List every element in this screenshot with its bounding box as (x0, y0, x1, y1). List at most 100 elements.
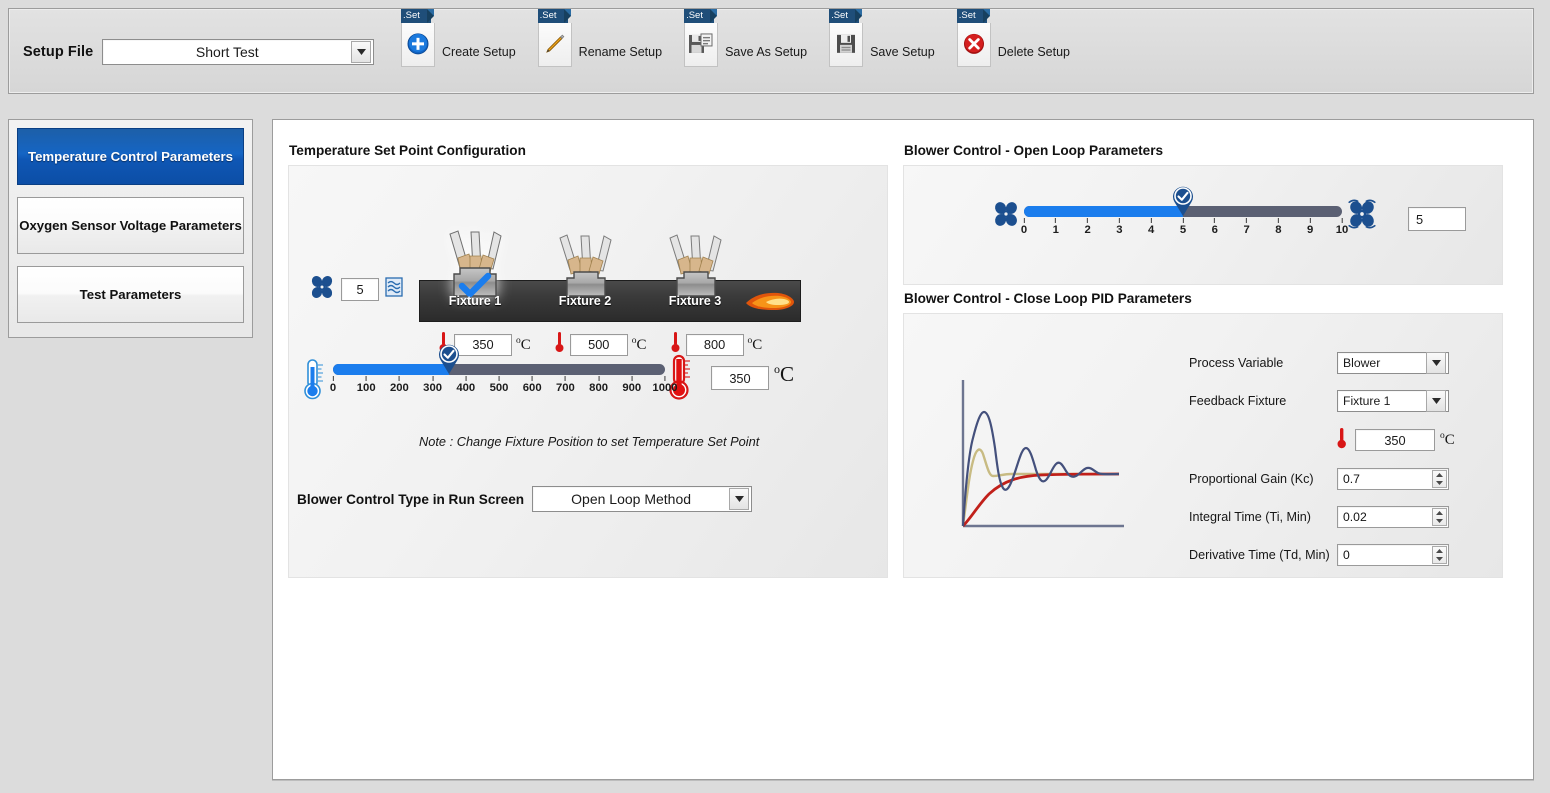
set-file-icon: .Set (956, 9, 991, 67)
tick-label: 700 (555, 382, 575, 394)
plus-circle-icon (407, 32, 429, 59)
sidebar-item-label: Test Parameters (79, 287, 182, 302)
tick-mark (398, 376, 400, 381)
fixture-label-2: Fixture 2 (558, 294, 612, 308)
rename-setup-label: Rename Setup (578, 45, 663, 59)
temperature-slider-track[interactable] (333, 344, 665, 375)
fixture-cell-3[interactable]: Fixture 3 (640, 234, 750, 321)
tick-label: 4 (1148, 224, 1155, 236)
tick-label: 200 (389, 382, 409, 394)
derivative-time-stepper[interactable] (1432, 546, 1447, 564)
tick-label: 1000 (652, 382, 678, 394)
degree-unit-1: oC (516, 335, 531, 353)
integral-time-value: 0.02 (1343, 510, 1367, 524)
fixture-temperature-field-2[interactable]: 500 (569, 333, 628, 356)
derivative-time-field[interactable]: 0 (1337, 544, 1449, 566)
sidebar-item-test-parameters[interactable]: Test Parameters (17, 266, 244, 323)
integral-time-field[interactable]: 0.02 (1337, 506, 1449, 528)
temperature-slider-fill (333, 364, 450, 375)
delete-setup-label: Delete Setup (997, 45, 1070, 59)
setup-file-dropdown[interactable]: Short Test (102, 39, 375, 65)
fan-count-field[interactable]: 5 (341, 278, 379, 301)
temperature-slider-thumb[interactable] (436, 343, 462, 375)
slider-tick: 0 (1021, 218, 1027, 236)
blower-value-field[interactable]: 5 (1408, 207, 1466, 231)
create-setup-button[interactable]: .Set Create Setup (401, 9, 516, 67)
slider-tick: 7 (1243, 218, 1250, 236)
fixture-selector-strip[interactable]: Fixture 1 Fixture 2 Fixture 3 (419, 230, 801, 322)
sidebar-item-oxygen-sensor-voltage-parameters[interactable]: Oxygen Sensor Voltage Parameters (17, 197, 244, 254)
tick-label: 9 (1307, 224, 1314, 236)
proportional-gain-stepper[interactable] (1432, 470, 1447, 488)
stepper-up-icon[interactable] (1433, 509, 1446, 517)
chevron-down-icon[interactable] (1426, 352, 1446, 374)
fixture-label-1: Fixture 1 (448, 294, 502, 308)
tick-mark (1214, 218, 1216, 223)
tick-mark (432, 376, 434, 381)
tick-mark (1277, 218, 1279, 223)
stepper-up-icon[interactable] (1433, 547, 1446, 555)
feedback-fixture-value: Fixture 1 (1343, 394, 1391, 408)
temperature-setpoint-value-field[interactable]: 350 (711, 366, 769, 390)
blower-slider[interactable]: 0 1 2 3 4 5 6 7 8 9 10 (1021, 186, 1348, 244)
derivative-time-value: 0 (1343, 548, 1350, 562)
doc-fold-corner (982, 9, 990, 23)
fixture-cell-2[interactable]: Fixture 2 (530, 234, 640, 321)
temperature-setpoint-title: Temperature Set Point Configuration (289, 143, 526, 158)
delete-setup-button[interactable]: .Set Delete Setup (956, 9, 1070, 67)
tick-label: 300 (423, 382, 443, 394)
derivative-time-row: Derivative Time (Td, Min) 0 (1189, 544, 1489, 566)
tick-mark (465, 376, 467, 381)
feedback-temperature-row: 350 oC (1189, 427, 1489, 452)
sidebar-item-label: Temperature Control Parameters (28, 149, 233, 164)
slider-tick: 5 (1180, 218, 1186, 236)
temperature-slider[interactable]: 0 100 200 300 400 500 600 700 800 900 1000 (330, 344, 678, 402)
blower-control-type-value: Open Loop Method (571, 491, 692, 507)
stepper-down-icon[interactable] (1433, 555, 1446, 563)
create-setup-label: Create Setup (442, 45, 516, 59)
sidebar-item-label: Oxygen Sensor Voltage Parameters (19, 218, 242, 233)
blower-control-type-dropdown[interactable]: Open Loop Method (532, 486, 753, 512)
tick-mark (1118, 218, 1120, 223)
save-as-setup-button[interactable]: .Set Save As Setup (684, 9, 807, 67)
tick-label: 800 (589, 382, 609, 394)
slider-tick: 300 (423, 376, 442, 394)
doc-fold-corner (855, 9, 863, 23)
blower-slider-track[interactable] (1024, 186, 1342, 217)
stepper-down-icon[interactable] (1433, 479, 1446, 487)
feedback-fixture-dropdown[interactable]: Fixture 1 (1337, 390, 1449, 412)
rename-setup-button[interactable]: .Set Rename Setup (537, 9, 663, 67)
fixture-temperature-field-3[interactable]: 800 (685, 333, 744, 356)
tick-label: 2 (1084, 224, 1091, 236)
integral-time-stepper[interactable] (1432, 508, 1447, 526)
slider-tick: 6 (1212, 218, 1218, 236)
blower-slider-thumb[interactable] (1170, 185, 1196, 217)
proportional-gain-field[interactable]: 0.7 (1337, 468, 1449, 490)
setup-file-group: Setup File Short Test (23, 39, 375, 65)
stepper-down-icon[interactable] (1433, 517, 1446, 525)
tick-label: 3 (1116, 224, 1123, 236)
save-setup-button[interactable]: .Set Save Setup (829, 9, 935, 67)
save-setup-label: Save Setup (870, 45, 935, 59)
tick-label: 400 (456, 382, 476, 394)
waveform-document-icon[interactable] (385, 277, 403, 302)
fixture-cell-1[interactable]: Fixture 1 (420, 230, 530, 321)
integral-time-label: Integral Time (Ti, Min) (1189, 510, 1311, 524)
fixture-temperature-field-1[interactable]: 350 (454, 333, 512, 356)
chevron-down-icon[interactable] (1426, 390, 1446, 412)
chevron-down-icon[interactable] (351, 41, 372, 63)
tick-label: 600 (522, 382, 542, 394)
chevron-down-icon[interactable] (729, 488, 750, 510)
tick-mark (1055, 218, 1057, 223)
slider-tick: 8 (1275, 218, 1282, 236)
sidebar-item-temperature-control-parameters[interactable]: Temperature Control Parameters (17, 128, 244, 185)
integral-time-row: Integral Time (Ti, Min) 0.02 (1189, 506, 1489, 528)
process-variable-label: Process Variable (1189, 356, 1284, 370)
slider-tick: 10 (1336, 218, 1348, 236)
temperature-slider-ticks: 0 100 200 300 400 500 600 700 800 900 1000 (330, 376, 678, 402)
degree-unit-2: oC (631, 335, 647, 353)
process-variable-dropdown[interactable]: Blower (1337, 352, 1449, 374)
feedback-temperature-field[interactable]: 350 (1355, 429, 1435, 451)
temperature-setpoint-unit: oC (774, 362, 795, 386)
stepper-up-icon[interactable] (1433, 471, 1446, 479)
